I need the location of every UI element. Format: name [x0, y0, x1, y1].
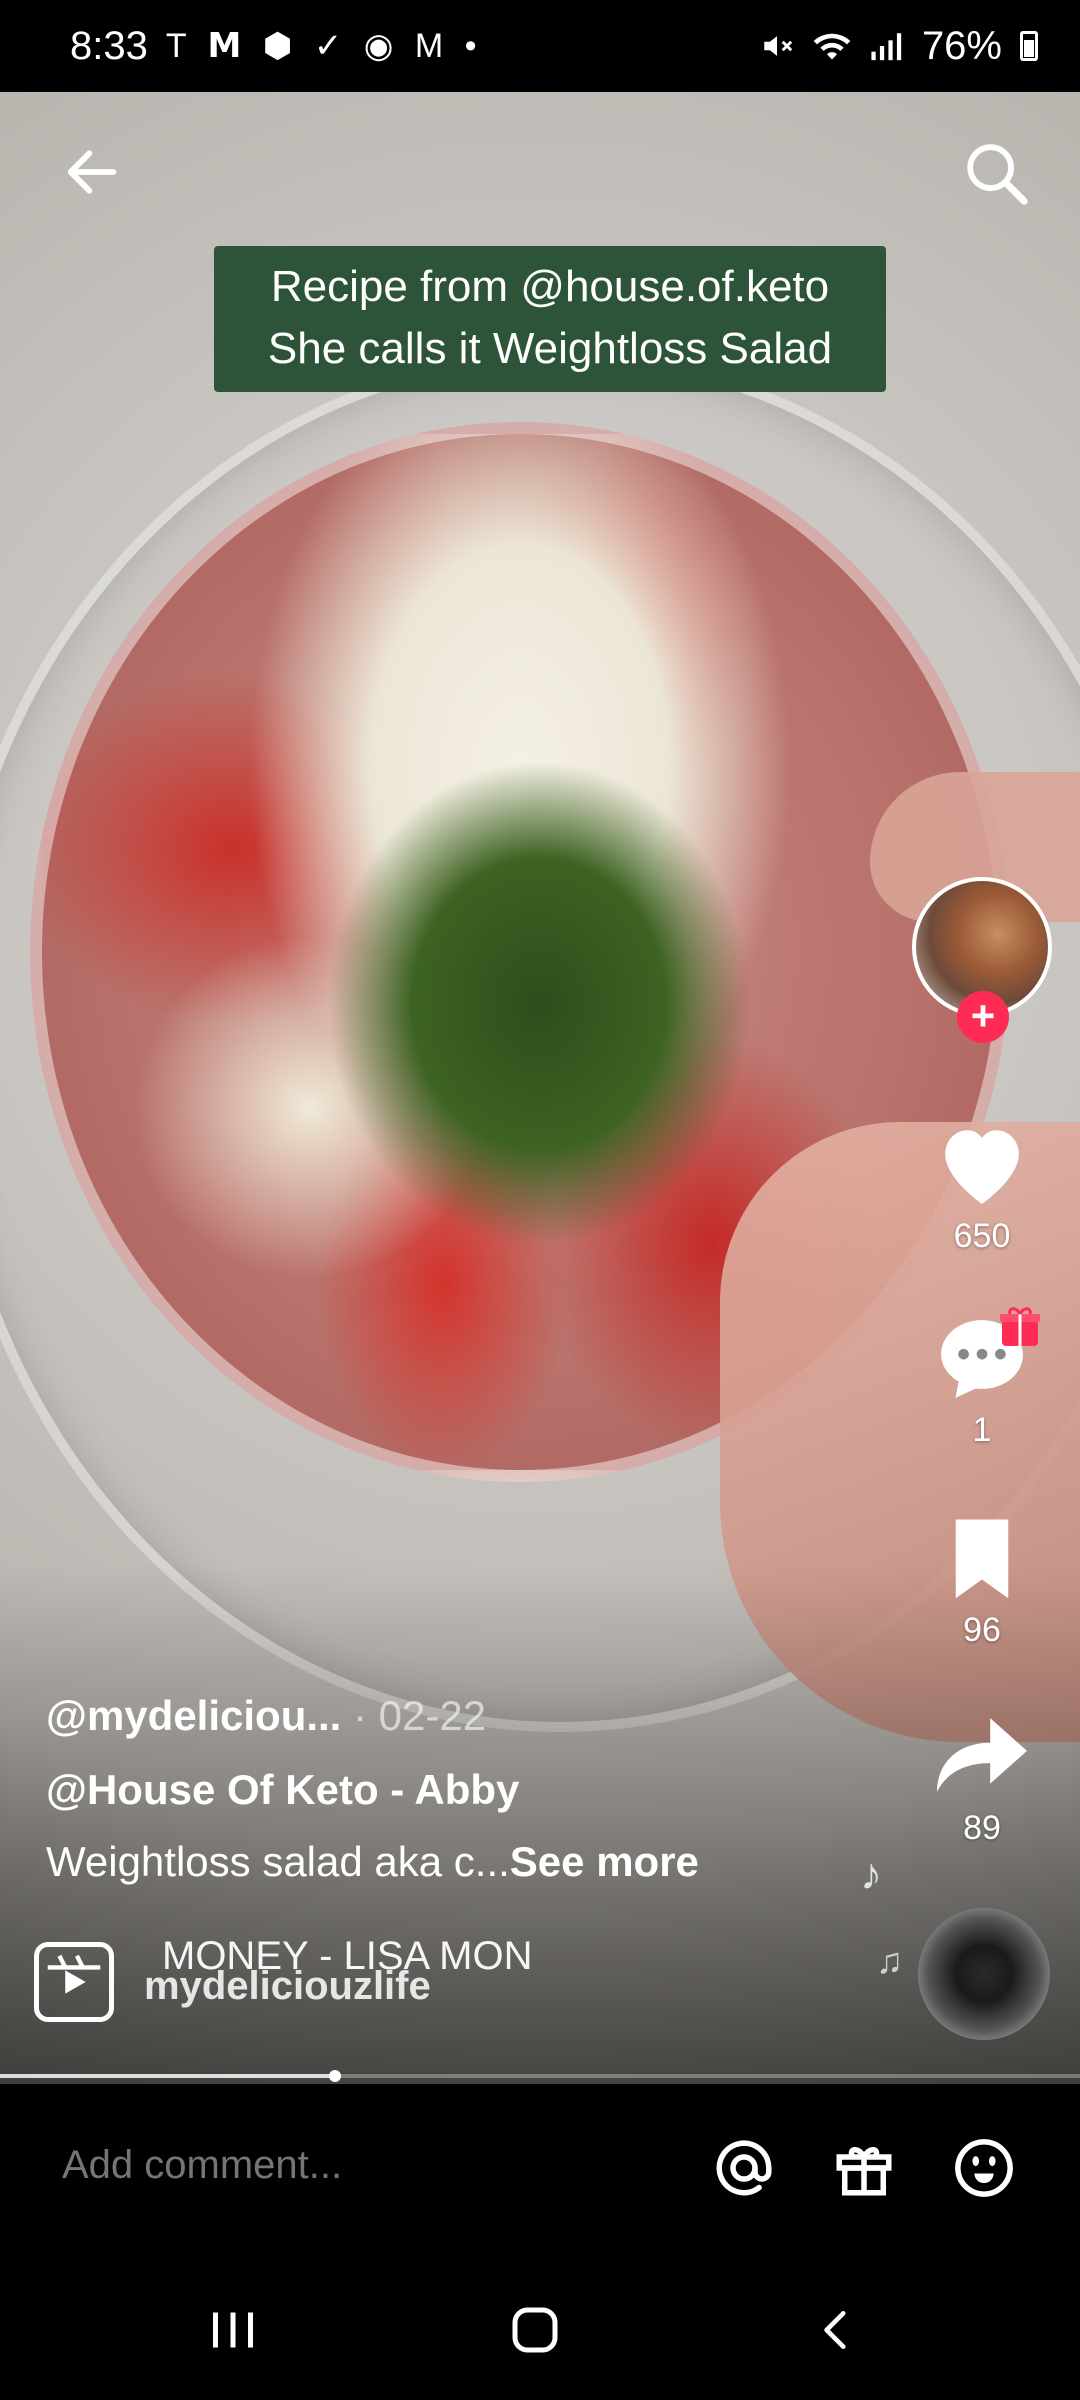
mention-button[interactable]: [704, 2128, 784, 2208]
clock: 8:33: [70, 23, 148, 68]
see-more-link[interactable]: See more: [510, 1838, 699, 1885]
music-note-icon: ♫: [876, 1940, 903, 1981]
back-arrow-icon: [67, 150, 117, 194]
caption-line-2: She calls it Weightloss Salad: [267, 324, 833, 373]
comment-count: 1: [972, 1411, 992, 1449]
gift-icon: [836, 2147, 892, 2196]
search-button[interactable]: [955, 132, 1035, 212]
home-icon: [512, 2307, 558, 2353]
status-left: 8:33 T 𝗠 ⬢ ✓ ◉ M •: [70, 24, 483, 69]
system-back-button[interactable]: [792, 2290, 882, 2370]
recents-button[interactable]: [188, 2290, 278, 2370]
bookmark-icon: [955, 1519, 1009, 1599]
bookmark-button[interactable]: 96: [922, 1512, 1042, 1650]
mute-icon: [764, 36, 793, 56]
play-icon: [47, 1954, 101, 1994]
battery-icon: [1020, 31, 1038, 61]
at-icon: [716, 2140, 772, 2196]
like-count: 650: [953, 1217, 1011, 1255]
status-bar: 8:33 T 𝗠 ⬢ ✓ ◉ M • 76%: [0, 0, 1080, 92]
video-caption: Recipe from @house.of.keto She calls it …: [214, 246, 886, 392]
status-right: 76%: [760, 24, 1038, 69]
bookmark-count: 96: [963, 1611, 1001, 1649]
progress-fill: [0, 2074, 335, 2078]
emoji-icon: [955, 2139, 1013, 2197]
follow-button[interactable]: +: [957, 991, 1009, 1043]
comment-input[interactable]: [60, 2142, 664, 2189]
emoji-button[interactable]: [944, 2128, 1024, 2208]
sound-row[interactable]: MONEY - LISA MON mydeliciouzlife: [34, 1934, 914, 2022]
back-icon: [824, 2311, 846, 2349]
post-username[interactable]: @mydeliciou... · 02-22: [46, 1692, 486, 1740]
home-button[interactable]: [490, 2290, 580, 2370]
post-date: · 02-22: [341, 1692, 487, 1739]
description-text: Weightloss salad aka c...: [46, 1838, 510, 1885]
share-count: 89: [963, 1809, 1001, 1847]
gift-button[interactable]: [824, 2128, 904, 2208]
username-text[interactable]: @mydeliciou...: [46, 1692, 341, 1739]
progress-handle[interactable]: [328, 2070, 341, 2082]
sound-user: mydeliciouzlife: [144, 1964, 431, 2008]
wifi-icon: [813, 33, 851, 60]
system-nav-bar: [0, 2260, 1080, 2400]
recents-icon: [213, 2312, 253, 2348]
video-progress[interactable]: [0, 2070, 1080, 2082]
battery-percent: 76%: [921, 23, 1002, 68]
share-button[interactable]: 89: [922, 1710, 1042, 1848]
notification-icons: T 𝗠 ⬢ ✓ ◉ M •: [165, 27, 483, 65]
gift-icon: [1000, 1307, 1040, 1346]
heart-icon: [945, 1130, 1019, 1204]
post-description[interactable]: Weightloss salad aka c...See more: [46, 1838, 699, 1886]
music-note-icon: ♪: [860, 1850, 882, 1899]
sound-disc[interactable]: [918, 1908, 1050, 2040]
comment-bar: [0, 2084, 1080, 2260]
sound-effect-icon: [34, 1942, 114, 2022]
like-button[interactable]: 650: [922, 1118, 1042, 1256]
post-tagline[interactable]: @House Of Keto - Abby: [46, 1766, 519, 1814]
back-button[interactable]: [52, 132, 132, 212]
search-icon: [967, 144, 1028, 205]
share-icon: [937, 1718, 1027, 1792]
signal-icon: [871, 33, 902, 61]
caption-line-1: Recipe from @house.of.keto: [270, 262, 830, 311]
